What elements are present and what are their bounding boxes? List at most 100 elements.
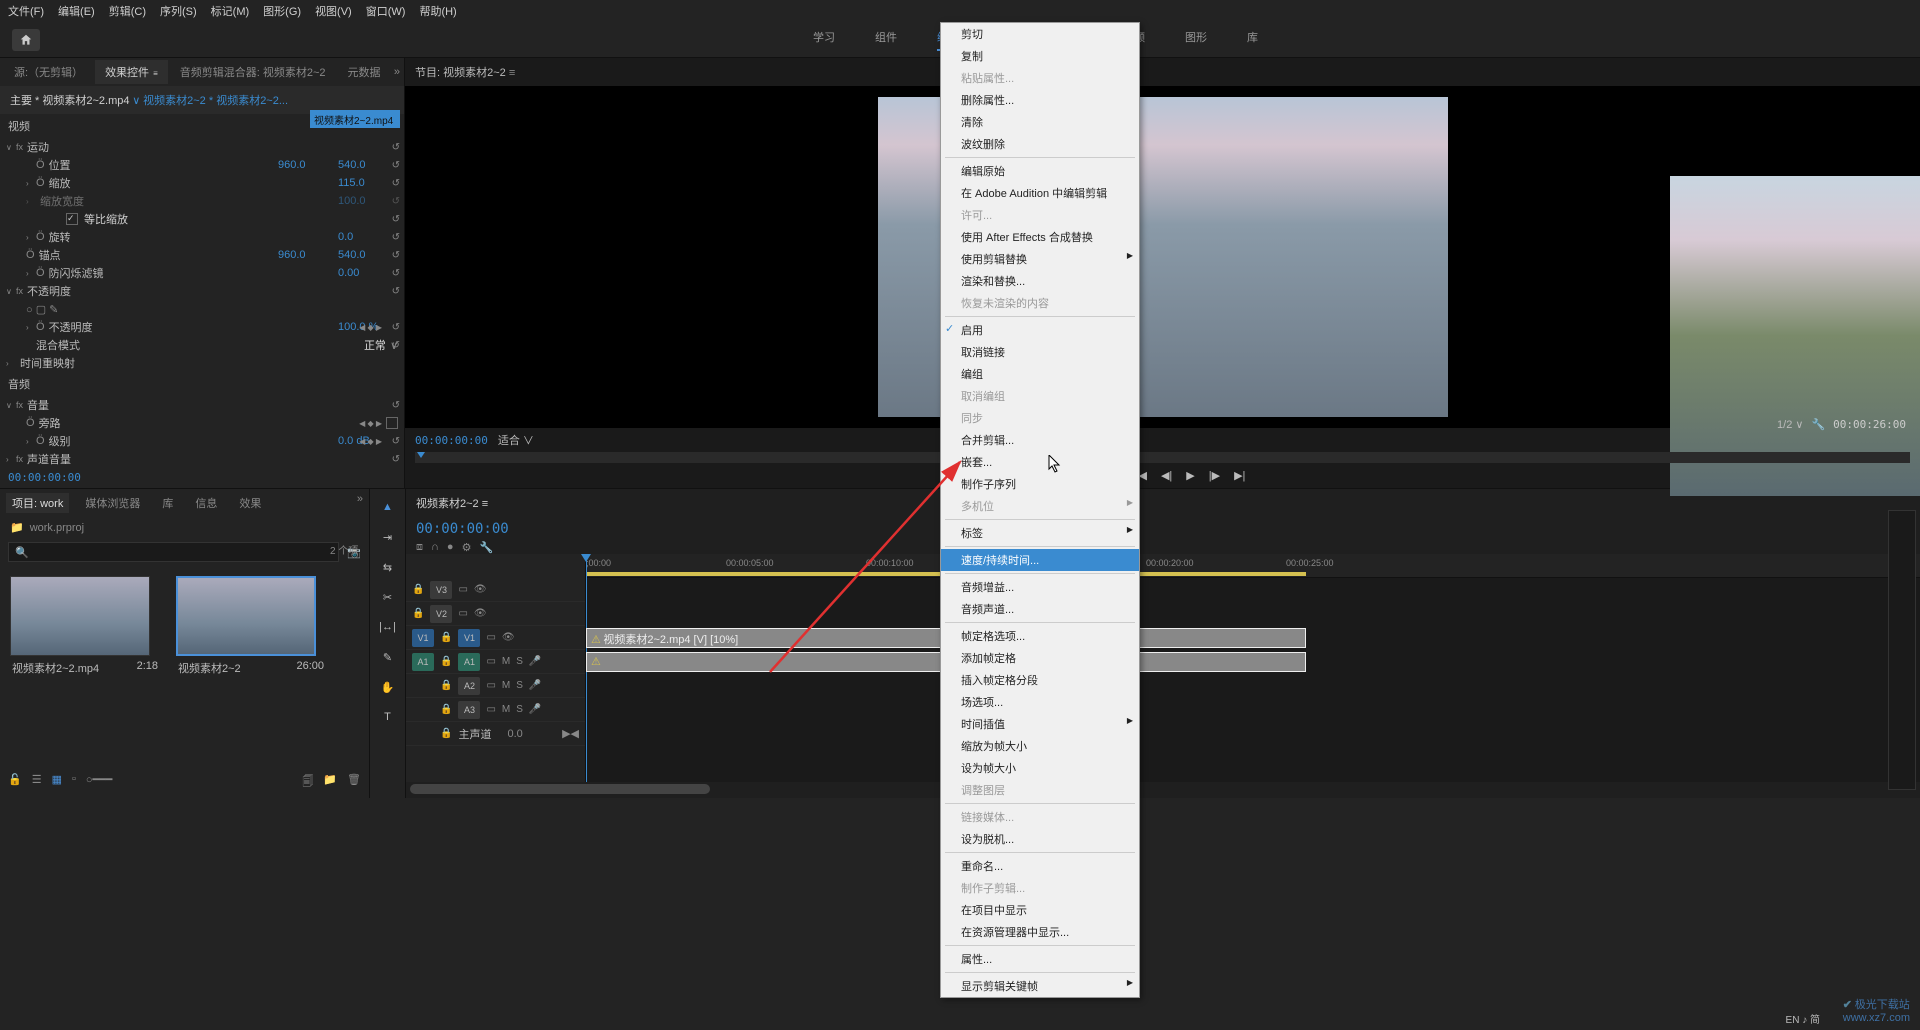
chvol-label[interactable]: 声道音量 [27,451,398,467]
ctx-item[interactable]: 属性... [941,948,1139,970]
effect-tc[interactable]: 00:00:00:00 [8,471,81,484]
uniform-scale-checkbox[interactable] [66,213,78,225]
hand-tool[interactable]: ✋ [378,677,398,697]
pos-y[interactable]: 540.0 [338,159,398,171]
menu-edit[interactable]: 编辑(E) [58,3,95,19]
timeline-tc[interactable]: 00:00:00:00 [406,517,1920,541]
effect-timeline-clip[interactable]: 视频素材2~2.mp4 [310,110,400,128]
ws-learn[interactable]: 学习 [813,29,835,51]
zoom-slider[interactable]: ○━━━ [86,773,113,792]
ctx-item[interactable]: 使用剪辑替换▶ [941,248,1139,270]
ctx-item[interactable]: 嵌套... [941,451,1139,473]
a1-source[interactable]: A1 [412,653,434,671]
volume-label[interactable]: 音量 [27,397,398,413]
trash-icon[interactable]: 🗑 [347,773,361,792]
ctx-item[interactable]: 重命名... [941,855,1139,877]
remap-label[interactable]: 时间重映射 [20,355,398,371]
ctx-item[interactable]: 插入帧定格分段 [941,669,1139,691]
tab-effects[interactable]: 效果 [233,493,267,513]
ctx-item[interactable]: 在 Adobe Audition 中编辑剪辑 [941,182,1139,204]
scale-val[interactable]: 115.0 [338,177,398,189]
ctx-item[interactable]: 制作子序列 [941,473,1139,495]
type-tool[interactable]: T [378,707,398,727]
ctx-item[interactable]: 在资源管理器中显示... [941,921,1139,943]
ime-indicator[interactable]: EN ♪ 简 [1786,1011,1820,1026]
sequence-tab[interactable]: 视频素材2~2 ≡ [416,495,488,511]
menu-clip[interactable]: 剪辑(C) [109,3,146,19]
step-fwd-btn[interactable]: |▶ [1209,469,1220,482]
sequence-link[interactable]: 视频素材2~2 * 视频素材2~2... [143,95,288,107]
tab-media-browser[interactable]: 媒体浏览器 [79,493,146,513]
menu-graphics[interactable]: 图形(G) [263,3,301,19]
ctx-item[interactable]: 设为脱机... [941,828,1139,850]
tab-effect-controls[interactable]: 效果控件≡ [95,60,168,84]
anchor-y[interactable]: 540.0 [338,249,398,261]
ctx-item[interactable]: 合并剪辑... [941,429,1139,451]
sequence-item[interactable]: 视频素材2~226:00 [176,576,326,680]
ctx-item[interactable]: 速度/持续时间... [941,549,1139,571]
tab-audio-mixer[interactable]: 音频剪辑混合器: 视频素材2~2 [170,60,336,84]
v3-target[interactable]: V3 [430,581,452,599]
flicker-val[interactable]: 0.00 [338,267,398,279]
step-back-btn[interactable]: ◀| [1161,469,1172,482]
v1-target[interactable]: V1 [458,629,480,647]
menu-view[interactable]: 视图(V) [315,3,352,19]
clip-item[interactable]: 视频素材2~2.mp42:18 [10,576,160,680]
icon-view-icon[interactable]: ▦ [52,773,62,792]
menu-window[interactable]: 窗口(W) [366,3,406,19]
ctx-item[interactable]: 编组 [941,363,1139,385]
ctx-item[interactable]: 取消链接 [941,341,1139,363]
program-viewport[interactable] [405,86,1920,428]
ctx-item[interactable]: 音频声道... [941,598,1139,620]
ctx-item[interactable]: 删除属性... [941,89,1139,111]
lock-icon[interactable]: 🔓 [8,773,22,792]
list-view-icon[interactable]: ☰ [32,773,42,792]
ctx-item[interactable]: 编辑原始 [941,160,1139,182]
panel-overflow-icon[interactable]: » [357,493,363,513]
timeline-scrollbar[interactable] [410,784,710,794]
ws-library[interactable]: 库 [1247,29,1258,51]
anchor-x[interactable]: 960.0 [278,249,338,261]
play-btn[interactable]: ▶ [1186,469,1194,482]
lock-icon[interactable]: 🔒 [412,584,424,595]
ctx-item[interactable]: 显示剪辑关键帧▶ [941,975,1139,997]
ctx-item[interactable]: 渲染和替换... [941,270,1139,292]
menu-marker[interactable]: 标记(M) [211,3,250,19]
ctx-item[interactable]: 场选项... [941,691,1139,713]
snap-icon[interactable]: ⧈ [416,541,423,554]
tab-metadata[interactable]: 元数据 [338,60,391,84]
ws-graphics[interactable]: 图形 [1185,29,1207,51]
pen-tool[interactable]: ✎ [378,647,398,667]
panel-menu-icon[interactable]: ≡ [153,69,158,78]
tab-info[interactable]: 信息 [189,493,223,513]
v1-source[interactable]: V1 [412,629,434,647]
ctx-item[interactable]: 标签▶ [941,522,1139,544]
v2-target[interactable]: V2 [430,605,452,623]
ctx-item[interactable]: 音频增益... [941,576,1139,598]
playhead-icon[interactable] [417,452,425,458]
linked-sel-icon[interactable]: ∩ [431,541,439,554]
a3-target[interactable]: A3 [458,701,480,719]
clip-thumb[interactable] [10,576,150,656]
a1-target[interactable]: A1 [458,653,480,671]
pos-x[interactable]: 960.0 [278,159,338,171]
goto-out-btn[interactable]: ▶| [1234,469,1245,482]
selection-tool[interactable]: ▲ [378,497,398,517]
sequence-thumb[interactable] [176,576,316,656]
ctx-item[interactable]: 缩放为帧大小 [941,735,1139,757]
settings-icon[interactable]: ⚙ [462,541,472,554]
wrench-icon[interactable]: 🔧 [479,541,493,554]
tab-source[interactable]: 源:（无剪辑） [4,60,93,84]
ctx-item[interactable]: 使用 After Effects 合成替换 [941,226,1139,248]
ctx-item[interactable]: 剪切 [941,23,1139,45]
razor-tool[interactable]: ✂ [378,587,398,607]
eye-icon[interactable]: 👁 [474,584,487,595]
freeform-view-icon[interactable]: ▫ [72,773,76,792]
ctx-item[interactable]: 复制 [941,45,1139,67]
tab-libraries[interactable]: 库 [156,493,179,513]
new-item-icon[interactable]: 🗐 [302,773,313,792]
tab-project[interactable]: 项目: work [6,493,69,513]
bypass-checkbox[interactable] [386,417,398,429]
ctx-item[interactable]: 清除 [941,111,1139,133]
program-tc[interactable]: 00:00:00:00 [415,434,488,447]
